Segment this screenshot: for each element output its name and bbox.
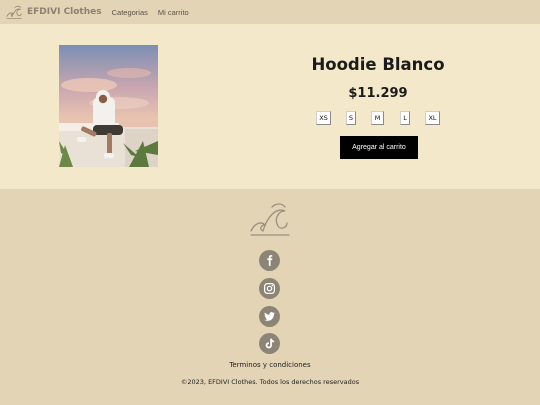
size-button-m[interactable]: M bbox=[371, 111, 384, 125]
product-photo bbox=[59, 45, 158, 167]
size-button-xl[interactable]: XL bbox=[425, 111, 440, 125]
product-price: $11.299 bbox=[348, 86, 408, 101]
brand-link[interactable]: EFDIVI Clothes bbox=[5, 3, 102, 21]
product-title: Hoodie Blanco bbox=[311, 55, 445, 74]
twitter-icon[interactable] bbox=[259, 306, 280, 327]
nav-link-mi-carrito[interactable]: Mi carrito bbox=[158, 8, 189, 17]
footer: Terminos y condiciones ©2023, EFDIVI Clo… bbox=[0, 189, 540, 405]
size-button-xs[interactable]: XS bbox=[316, 111, 331, 125]
terms-link[interactable]: Terminos y condiciones bbox=[0, 361, 540, 369]
instagram-icon[interactable] bbox=[259, 278, 280, 299]
navbar: EFDIVI Clothes Categorias Mi carrito bbox=[0, 0, 540, 24]
size-button-l[interactable]: L bbox=[400, 111, 410, 125]
wave-logo-icon bbox=[6, 5, 22, 19]
tiktok-icon[interactable] bbox=[259, 333, 280, 354]
product-section: Hoodie Blanco $11.299 XS S M L XL Agrega… bbox=[0, 24, 540, 189]
nav-link-categorias[interactable]: Categorias bbox=[112, 8, 148, 17]
size-selector: XS S M L XL bbox=[316, 111, 440, 125]
brand-name: EFDIVI Clothes bbox=[27, 7, 102, 17]
add-to-cart-button[interactable]: Agregar al carrito bbox=[340, 136, 418, 159]
size-button-s[interactable]: S bbox=[346, 111, 356, 125]
wave-logo-icon bbox=[250, 203, 290, 236]
copyright-text: ©2023, EFDIVI Clothes. Todos los derecho… bbox=[180, 378, 360, 386]
facebook-icon[interactable] bbox=[259, 250, 280, 271]
